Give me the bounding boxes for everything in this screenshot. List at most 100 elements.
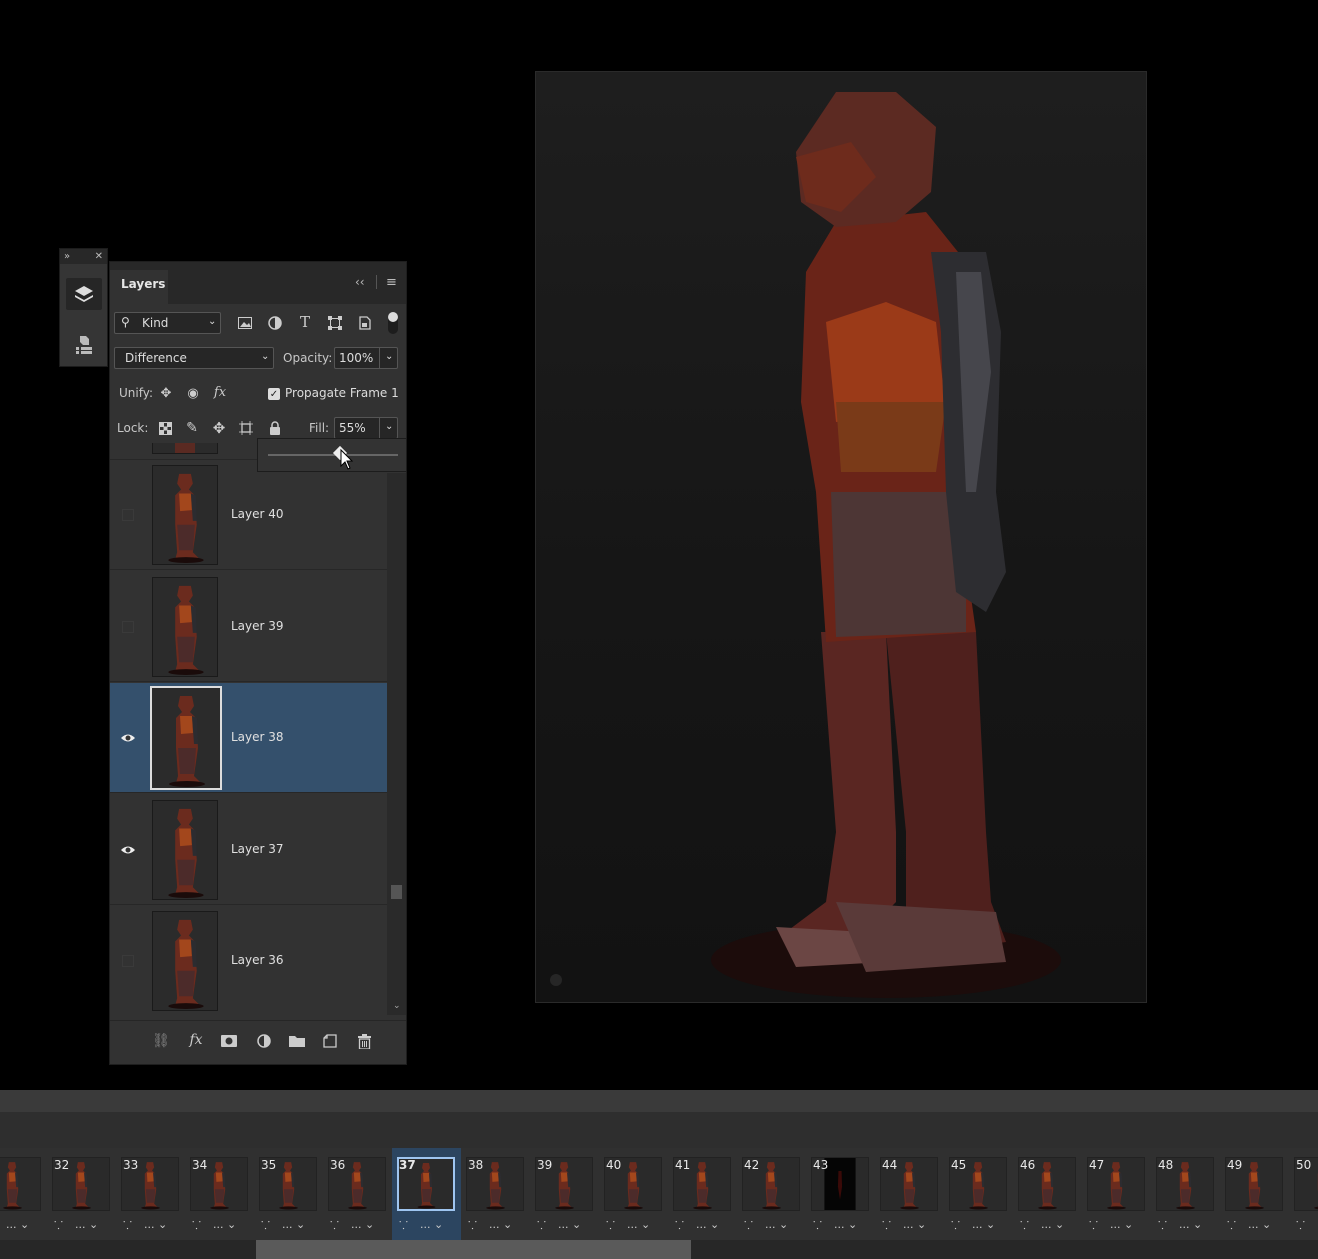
frame-delay-dropdown[interactable]: ... ⌄ xyxy=(834,1218,857,1231)
tween-icon[interactable]: ⸪ xyxy=(537,1218,546,1233)
fill-slider-track[interactable] xyxy=(268,454,398,456)
filter-pixel-layers-icon[interactable] xyxy=(235,313,255,333)
eye-visibility-icon[interactable] xyxy=(120,730,136,746)
tween-icon[interactable]: ⸪ xyxy=(54,1218,63,1233)
tween-icon[interactable]: ⸪ xyxy=(261,1218,270,1233)
unify-position-icon[interactable]: ✥ xyxy=(156,383,176,403)
lock-transparent-pixels-icon[interactable] xyxy=(155,418,175,438)
add-layer-style-icon[interactable]: fx xyxy=(186,1030,206,1050)
tween-icon[interactable]: ⸪ xyxy=(744,1218,753,1233)
close-icon[interactable]: ✕ xyxy=(95,251,103,262)
frame-thumbnail[interactable] xyxy=(0,1157,41,1211)
lock-all-icon[interactable] xyxy=(265,418,285,438)
3d-panel-button[interactable] xyxy=(66,328,102,360)
filter-toggle-switch[interactable] xyxy=(388,312,398,334)
tween-icon[interactable]: ⸪ xyxy=(399,1218,408,1233)
timeline-frame[interactable]: 48 ⸪... ⌄ xyxy=(1151,1148,1220,1240)
new-fill-adjustment-layer-icon[interactable] xyxy=(254,1031,274,1051)
layer-row[interactable]: Layer 36 xyxy=(110,906,387,1015)
frame-delay-dropdown[interactable]: ... ⌄ xyxy=(765,1218,788,1231)
layer-thumbnail[interactable] xyxy=(152,465,218,565)
frame-delay-dropdown[interactable]: ... ⌄ xyxy=(489,1218,512,1231)
timeline-frame[interactable]: ⸪... ⌄ xyxy=(0,1148,47,1240)
frame-delay-dropdown[interactable]: ... ⌄ xyxy=(1110,1218,1133,1231)
timeline-frame[interactable]: 34 ⸪... ⌄ xyxy=(185,1148,254,1240)
tween-icon[interactable]: ⸪ xyxy=(1158,1218,1167,1233)
timeline-frame[interactable]: 49 ⸪... ⌄ xyxy=(1220,1148,1289,1240)
fill-field[interactable]: 55% ⌄ xyxy=(334,417,398,439)
tween-icon[interactable]: ⸪ xyxy=(1227,1218,1236,1233)
tween-icon[interactable]: ⸪ xyxy=(675,1218,684,1233)
tween-icon[interactable]: ⸪ xyxy=(123,1218,132,1233)
tween-icon[interactable]: ⸪ xyxy=(1020,1218,1029,1233)
filter-type-layers-icon[interactable]: T xyxy=(295,312,315,332)
new-group-folder-icon[interactable] xyxy=(287,1031,307,1051)
frame-delay-dropdown[interactable]: ... ⌄ xyxy=(351,1218,374,1231)
timeline-frame[interactable]: 41 ⸪... ⌄ xyxy=(668,1148,737,1240)
document-canvas[interactable] xyxy=(535,71,1147,1003)
eye-visibility-icon[interactable] xyxy=(120,842,136,858)
frame-delay-dropdown[interactable]: ... ⌄ xyxy=(558,1218,581,1231)
layer-thumbnail[interactable] xyxy=(152,799,218,900)
layer-row[interactable]: Layer 40 xyxy=(110,460,387,570)
link-layers-icon[interactable]: ⛓ xyxy=(151,1031,171,1051)
timeline-frame[interactable]: 38 ⸪... ⌄ xyxy=(461,1148,530,1240)
frame-delay-dropdown[interactable]: ... ⌄ xyxy=(420,1218,443,1231)
propagate-checkbox[interactable]: ✓ xyxy=(268,388,280,400)
timeline-frame[interactable]: 33 ⸪... ⌄ xyxy=(116,1148,185,1240)
layers-panel-button[interactable] xyxy=(66,278,102,310)
lock-artboard-icon[interactable] xyxy=(236,418,256,438)
layer-list-scrollbar[interactable]: ⌄ xyxy=(387,473,406,1015)
timeline-frame[interactable]: 45 ⸪... ⌄ xyxy=(944,1148,1013,1240)
timeline-frame[interactable]: 44 ⸪... ⌄ xyxy=(875,1148,944,1240)
layer-thumbnail[interactable] xyxy=(152,576,218,677)
timeline-frame[interactable]: 32 ⸪... ⌄ xyxy=(47,1148,116,1240)
visibility-toggle-empty[interactable] xyxy=(120,953,136,969)
tween-icon[interactable]: ⸪ xyxy=(813,1218,822,1233)
unify-visibility-icon[interactable]: ◉ xyxy=(183,383,203,403)
frame-delay-dropdown[interactable]: ... ⌄ xyxy=(627,1218,650,1231)
visibility-toggle-empty[interactable] xyxy=(120,619,136,635)
lock-position-icon[interactable]: ✥ xyxy=(209,418,229,438)
add-mask-icon[interactable] xyxy=(219,1031,239,1051)
filter-smart-objects-icon[interactable] xyxy=(355,313,375,333)
scroll-down-icon[interactable]: ⌄ xyxy=(393,1001,401,1011)
tab-layers[interactable]: Layers xyxy=(110,270,168,304)
frame-delay-dropdown[interactable]: ... ⌄ xyxy=(282,1218,305,1231)
timeline-frame[interactable]: 35 ⸪... ⌄ xyxy=(254,1148,323,1240)
frame-delay-dropdown[interactable]: ... ⌄ xyxy=(6,1218,29,1231)
timeline-frame[interactable]: 47 ⸪... ⌄ xyxy=(1082,1148,1151,1240)
scrollbar-thumb[interactable] xyxy=(256,1240,691,1259)
blend-mode-select[interactable]: Difference ⌄ xyxy=(114,347,274,369)
timeline-frame[interactable]: 50⸪ ⌄ xyxy=(1289,1148,1318,1240)
layer-row[interactable]: Layer 37 xyxy=(110,795,387,905)
layer-thumbnail[interactable] xyxy=(152,911,218,1011)
timeline-horizontal-scrollbar[interactable] xyxy=(0,1240,1318,1259)
tween-icon[interactable]: ⸪ xyxy=(882,1218,891,1233)
tween-icon[interactable]: ⸪ xyxy=(1296,1218,1305,1233)
opacity-field[interactable]: 100% ⌄ xyxy=(334,347,398,369)
frame-delay-dropdown[interactable]: ... ⌄ xyxy=(1041,1218,1064,1231)
filter-adjustment-layers-icon[interactable] xyxy=(265,313,285,333)
frame-delay-dropdown[interactable]: ... ⌄ xyxy=(696,1218,719,1231)
timeline-frame[interactable]: 37 ⸪... ⌄ xyxy=(392,1148,461,1240)
timeline-frame[interactable]: 46 ⸪... ⌄ xyxy=(1013,1148,1082,1240)
filter-shape-layers-icon[interactable] xyxy=(325,313,345,333)
frame-delay-dropdown[interactable]: ... ⌄ xyxy=(1179,1218,1202,1231)
frame-delay-dropdown[interactable]: ... ⌄ xyxy=(213,1218,236,1231)
frame-delay-dropdown[interactable]: ... ⌄ xyxy=(903,1218,926,1231)
delete-layer-trash-icon[interactable] xyxy=(354,1031,374,1051)
expand-panels-icon[interactable]: » xyxy=(64,251,70,262)
layer-row[interactable]: Layer 39 xyxy=(110,572,387,682)
tween-icon[interactable]: ⸪ xyxy=(606,1218,615,1233)
tween-icon[interactable]: ⸪ xyxy=(951,1218,960,1233)
panel-menu-icon[interactable]: ≡ xyxy=(386,275,397,290)
frame-delay-dropdown[interactable]: ... ⌄ xyxy=(972,1218,995,1231)
layer-thumbnail[interactable] xyxy=(150,686,222,790)
frame-delay-dropdown[interactable]: ... ⌄ xyxy=(144,1218,167,1231)
new-layer-icon[interactable] xyxy=(320,1031,340,1051)
collapse-panel-icon[interactable]: ‹‹ xyxy=(355,275,365,289)
tween-icon[interactable]: ⸪ xyxy=(330,1218,339,1233)
chevron-down-icon[interactable]: ⌄ xyxy=(385,351,393,362)
unify-style-icon[interactable]: fx xyxy=(210,382,230,402)
